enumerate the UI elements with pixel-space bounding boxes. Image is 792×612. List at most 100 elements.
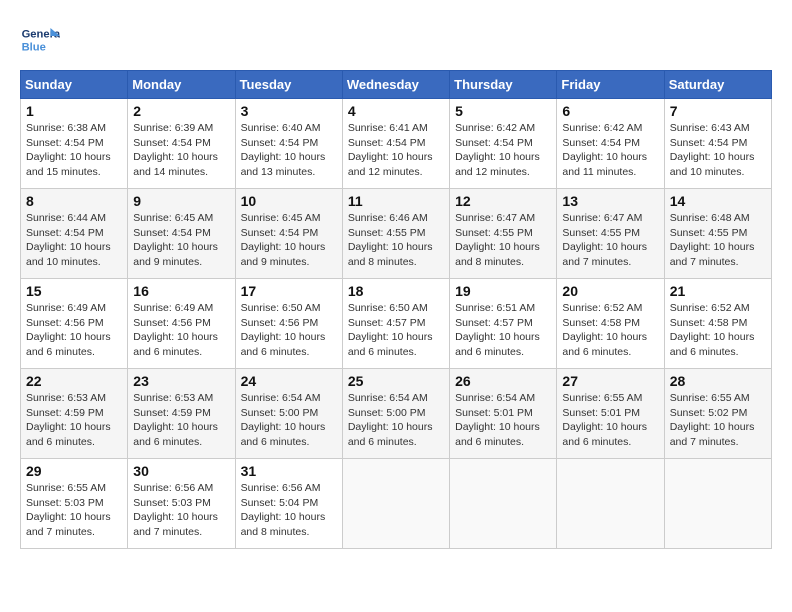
day-info: Sunrise: 6:55 AMSunset: 5:02 PMDaylight:… (670, 391, 766, 450)
day-number: 29 (26, 463, 122, 479)
day-cell: 8 Sunrise: 6:44 AMSunset: 4:54 PMDayligh… (21, 189, 128, 279)
week-row-5: 29 Sunrise: 6:55 AMSunset: 5:03 PMDaylig… (21, 459, 772, 549)
day-number: 23 (133, 373, 229, 389)
day-cell: 29 Sunrise: 6:55 AMSunset: 5:03 PMDaylig… (21, 459, 128, 549)
day-number: 17 (241, 283, 337, 299)
day-cell: 23 Sunrise: 6:53 AMSunset: 4:59 PMDaylig… (128, 369, 235, 459)
day-header-thursday: Thursday (450, 71, 557, 99)
day-info: Sunrise: 6:40 AMSunset: 4:54 PMDaylight:… (241, 121, 337, 180)
day-cell: 4 Sunrise: 6:41 AMSunset: 4:54 PMDayligh… (342, 99, 449, 189)
day-cell: 3 Sunrise: 6:40 AMSunset: 4:54 PMDayligh… (235, 99, 342, 189)
calendar-table: SundayMondayTuesdayWednesdayThursdayFrid… (20, 70, 772, 549)
logo: General Blue (20, 20, 64, 60)
day-cell: 27 Sunrise: 6:55 AMSunset: 5:01 PMDaylig… (557, 369, 664, 459)
week-row-3: 15 Sunrise: 6:49 AMSunset: 4:56 PMDaylig… (21, 279, 772, 369)
day-info: Sunrise: 6:52 AMSunset: 4:58 PMDaylight:… (670, 301, 766, 360)
day-info: Sunrise: 6:56 AMSunset: 5:03 PMDaylight:… (133, 481, 229, 540)
header-row: SundayMondayTuesdayWednesdayThursdayFrid… (21, 71, 772, 99)
day-cell: 30 Sunrise: 6:56 AMSunset: 5:03 PMDaylig… (128, 459, 235, 549)
day-number: 13 (562, 193, 658, 209)
day-cell (664, 459, 771, 549)
day-cell: 28 Sunrise: 6:55 AMSunset: 5:02 PMDaylig… (664, 369, 771, 459)
day-number: 27 (562, 373, 658, 389)
day-info: Sunrise: 6:49 AMSunset: 4:56 PMDaylight:… (26, 301, 122, 360)
day-cell (450, 459, 557, 549)
day-info: Sunrise: 6:48 AMSunset: 4:55 PMDaylight:… (670, 211, 766, 270)
day-cell: 13 Sunrise: 6:47 AMSunset: 4:55 PMDaylig… (557, 189, 664, 279)
day-info: Sunrise: 6:41 AMSunset: 4:54 PMDaylight:… (348, 121, 444, 180)
week-row-4: 22 Sunrise: 6:53 AMSunset: 4:59 PMDaylig… (21, 369, 772, 459)
day-cell: 14 Sunrise: 6:48 AMSunset: 4:55 PMDaylig… (664, 189, 771, 279)
day-info: Sunrise: 6:42 AMSunset: 4:54 PMDaylight:… (455, 121, 551, 180)
day-info: Sunrise: 6:47 AMSunset: 4:55 PMDaylight:… (455, 211, 551, 270)
day-cell (342, 459, 449, 549)
day-info: Sunrise: 6:38 AMSunset: 4:54 PMDaylight:… (26, 121, 122, 180)
svg-text:Blue: Blue (22, 41, 46, 53)
day-number: 26 (455, 373, 551, 389)
day-info: Sunrise: 6:53 AMSunset: 4:59 PMDaylight:… (26, 391, 122, 450)
day-header-monday: Monday (128, 71, 235, 99)
day-number: 2 (133, 103, 229, 119)
day-number: 12 (455, 193, 551, 209)
day-info: Sunrise: 6:43 AMSunset: 4:54 PMDaylight:… (670, 121, 766, 180)
day-info: Sunrise: 6:52 AMSunset: 4:58 PMDaylight:… (562, 301, 658, 360)
day-number: 16 (133, 283, 229, 299)
day-cell: 2 Sunrise: 6:39 AMSunset: 4:54 PMDayligh… (128, 99, 235, 189)
day-cell: 5 Sunrise: 6:42 AMSunset: 4:54 PMDayligh… (450, 99, 557, 189)
day-cell: 9 Sunrise: 6:45 AMSunset: 4:54 PMDayligh… (128, 189, 235, 279)
day-cell (557, 459, 664, 549)
day-info: Sunrise: 6:50 AMSunset: 4:56 PMDaylight:… (241, 301, 337, 360)
day-header-sunday: Sunday (21, 71, 128, 99)
day-number: 14 (670, 193, 766, 209)
day-info: Sunrise: 6:47 AMSunset: 4:55 PMDaylight:… (562, 211, 658, 270)
day-number: 22 (26, 373, 122, 389)
day-cell: 25 Sunrise: 6:54 AMSunset: 5:00 PMDaylig… (342, 369, 449, 459)
day-info: Sunrise: 6:44 AMSunset: 4:54 PMDaylight:… (26, 211, 122, 270)
day-info: Sunrise: 6:56 AMSunset: 5:04 PMDaylight:… (241, 481, 337, 540)
day-info: Sunrise: 6:42 AMSunset: 4:54 PMDaylight:… (562, 121, 658, 180)
day-info: Sunrise: 6:54 AMSunset: 5:01 PMDaylight:… (455, 391, 551, 450)
day-info: Sunrise: 6:46 AMSunset: 4:55 PMDaylight:… (348, 211, 444, 270)
day-number: 4 (348, 103, 444, 119)
day-number: 18 (348, 283, 444, 299)
day-info: Sunrise: 6:53 AMSunset: 4:59 PMDaylight:… (133, 391, 229, 450)
day-header-friday: Friday (557, 71, 664, 99)
day-number: 7 (670, 103, 766, 119)
day-info: Sunrise: 6:55 AMSunset: 5:01 PMDaylight:… (562, 391, 658, 450)
day-number: 20 (562, 283, 658, 299)
day-number: 28 (670, 373, 766, 389)
day-cell: 24 Sunrise: 6:54 AMSunset: 5:00 PMDaylig… (235, 369, 342, 459)
day-cell: 12 Sunrise: 6:47 AMSunset: 4:55 PMDaylig… (450, 189, 557, 279)
day-cell: 22 Sunrise: 6:53 AMSunset: 4:59 PMDaylig… (21, 369, 128, 459)
day-number: 24 (241, 373, 337, 389)
day-cell: 15 Sunrise: 6:49 AMSunset: 4:56 PMDaylig… (21, 279, 128, 369)
day-cell: 10 Sunrise: 6:45 AMSunset: 4:54 PMDaylig… (235, 189, 342, 279)
day-info: Sunrise: 6:45 AMSunset: 4:54 PMDaylight:… (241, 211, 337, 270)
day-number: 21 (670, 283, 766, 299)
day-info: Sunrise: 6:54 AMSunset: 5:00 PMDaylight:… (241, 391, 337, 450)
day-cell: 20 Sunrise: 6:52 AMSunset: 4:58 PMDaylig… (557, 279, 664, 369)
day-cell: 19 Sunrise: 6:51 AMSunset: 4:57 PMDaylig… (450, 279, 557, 369)
day-number: 15 (26, 283, 122, 299)
day-info: Sunrise: 6:49 AMSunset: 4:56 PMDaylight:… (133, 301, 229, 360)
day-cell: 31 Sunrise: 6:56 AMSunset: 5:04 PMDaylig… (235, 459, 342, 549)
day-number: 31 (241, 463, 337, 479)
day-cell: 11 Sunrise: 6:46 AMSunset: 4:55 PMDaylig… (342, 189, 449, 279)
day-cell: 26 Sunrise: 6:54 AMSunset: 5:01 PMDaylig… (450, 369, 557, 459)
day-number: 8 (26, 193, 122, 209)
day-info: Sunrise: 6:50 AMSunset: 4:57 PMDaylight:… (348, 301, 444, 360)
day-cell: 1 Sunrise: 6:38 AMSunset: 4:54 PMDayligh… (21, 99, 128, 189)
day-info: Sunrise: 6:55 AMSunset: 5:03 PMDaylight:… (26, 481, 122, 540)
day-number: 30 (133, 463, 229, 479)
day-number: 25 (348, 373, 444, 389)
day-cell: 16 Sunrise: 6:49 AMSunset: 4:56 PMDaylig… (128, 279, 235, 369)
day-header-tuesday: Tuesday (235, 71, 342, 99)
day-cell: 17 Sunrise: 6:50 AMSunset: 4:56 PMDaylig… (235, 279, 342, 369)
day-info: Sunrise: 6:45 AMSunset: 4:54 PMDaylight:… (133, 211, 229, 270)
day-number: 10 (241, 193, 337, 209)
day-header-wednesday: Wednesday (342, 71, 449, 99)
day-number: 3 (241, 103, 337, 119)
day-number: 11 (348, 193, 444, 209)
day-number: 9 (133, 193, 229, 209)
day-cell: 7 Sunrise: 6:43 AMSunset: 4:54 PMDayligh… (664, 99, 771, 189)
